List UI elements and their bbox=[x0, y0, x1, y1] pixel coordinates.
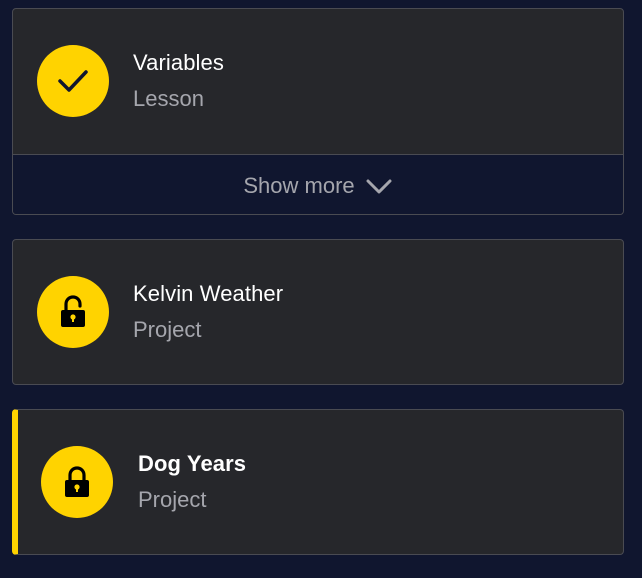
item-title: Dog Years bbox=[138, 451, 247, 476]
project-card-dog-years[interactable]: Dog Years Project bbox=[12, 409, 624, 555]
unlocked-padlock-icon bbox=[61, 295, 85, 327]
show-more-label: Show more bbox=[243, 172, 355, 198]
card-header[interactable]: Variables Lesson bbox=[13, 9, 623, 154]
locked-badge bbox=[41, 446, 113, 518]
lesson-card-variables[interactable]: Variables Lesson Show more bbox=[12, 8, 624, 215]
completed-badge bbox=[37, 45, 109, 117]
unlocked-badge bbox=[37, 276, 109, 348]
item-type: Project bbox=[138, 487, 207, 512]
project-card-kelvin-weather[interactable]: Kelvin Weather Project bbox=[12, 239, 624, 385]
show-more-button[interactable]: Show more bbox=[13, 154, 623, 214]
item-type: Project bbox=[133, 317, 202, 342]
item-type: Lesson bbox=[133, 86, 204, 111]
chevron-down-icon bbox=[366, 179, 392, 193]
item-title: Kelvin Weather bbox=[133, 281, 284, 306]
item-title: Variables bbox=[133, 50, 224, 75]
locked-padlock-icon bbox=[65, 466, 89, 497]
checkmark-icon bbox=[58, 70, 88, 92]
